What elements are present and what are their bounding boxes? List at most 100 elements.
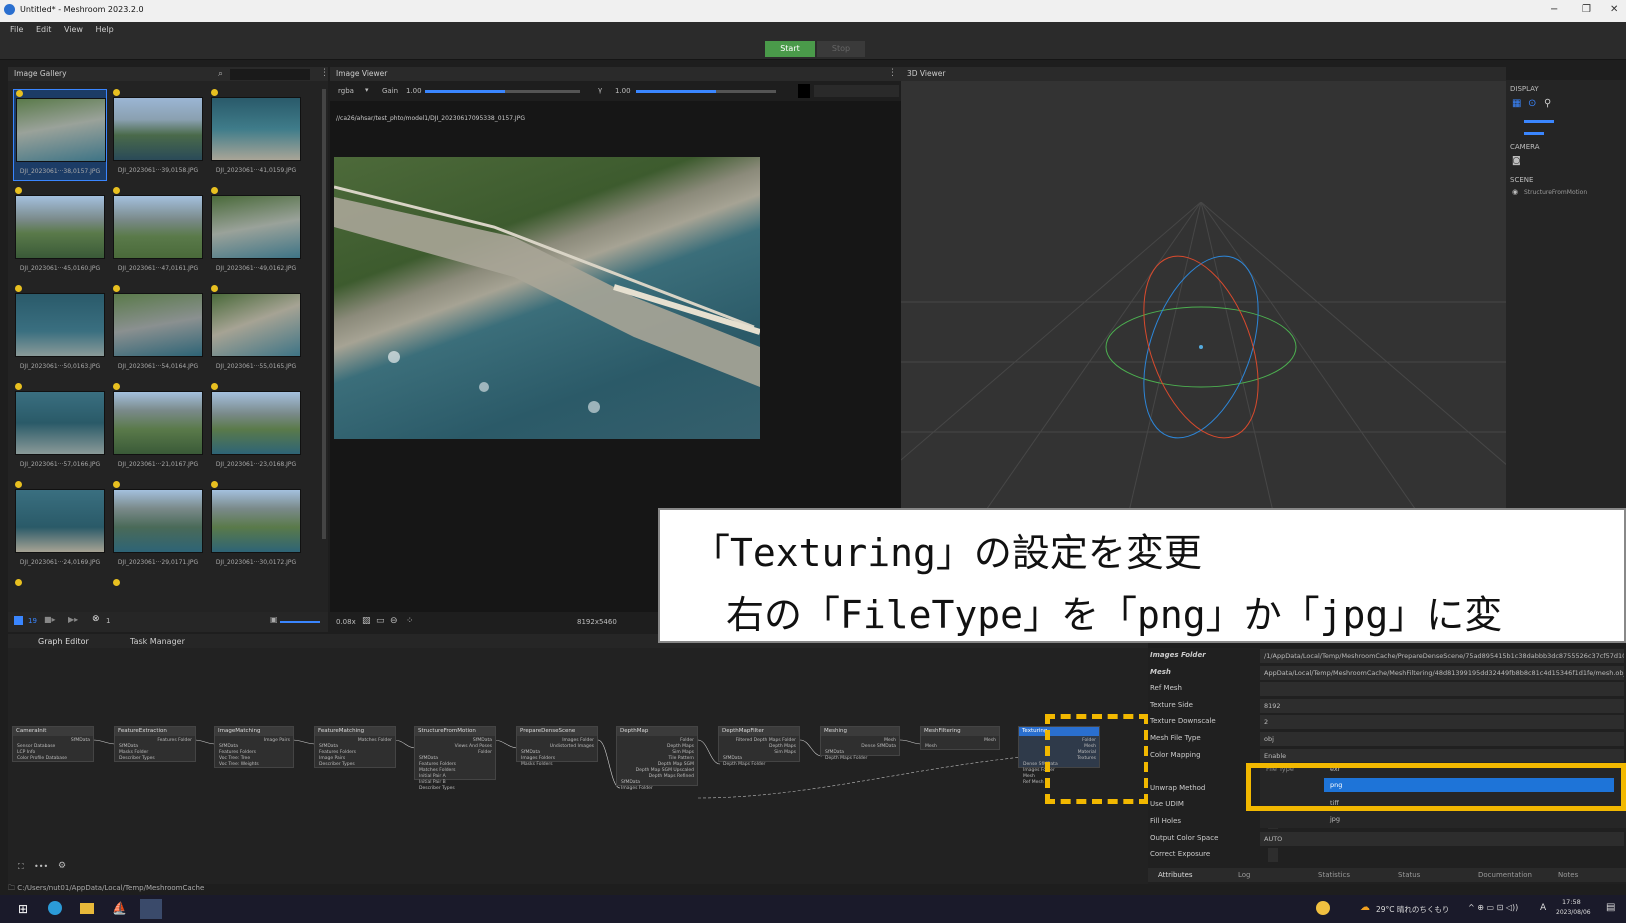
tab-task-manager[interactable]: Task Manager — [130, 637, 185, 646]
node-input-port[interactable]: Images Folders — [521, 756, 555, 761]
node-input-port[interactable]: Describer Types — [119, 756, 155, 761]
camera-filter-icon[interactable]: ■▸ — [44, 615, 56, 624]
node-input-port[interactable]: Ref Mesh — [1023, 780, 1044, 785]
meshroom-taskbar-icon[interactable] — [140, 899, 162, 919]
clock-time[interactable]: 17:58 — [1562, 898, 1581, 906]
graph-node[interactable]: PrepareDenseScene Images Folder Undistorte… — [516, 726, 598, 767]
start-button[interactable]: Start — [765, 41, 815, 57]
person-icon[interactable]: ⚲ — [1544, 98, 1551, 109]
node-input-port[interactable]: SfMData — [723, 756, 742, 761]
images-icon[interactable] — [14, 616, 23, 625]
node-input-port[interactable]: SfMData — [419, 756, 438, 761]
menu-edit[interactable]: Edit — [36, 25, 52, 34]
color-swatch[interactable] — [798, 84, 810, 98]
node-output-port[interactable]: Tile Pattern — [669, 756, 695, 761]
node-input-port[interactable]: Masks Folders — [521, 762, 553, 767]
menu-help[interactable]: Help — [96, 25, 114, 34]
node-output-port[interactable]: Image Pairs — [264, 738, 290, 743]
help-icon[interactable] — [1316, 901, 1330, 915]
node-input-port[interactable]: SfMData — [521, 750, 540, 755]
node-output-port[interactable]: SfMData — [71, 738, 90, 743]
node-input-port[interactable]: Features Folders — [419, 762, 456, 767]
gamma-value[interactable]: 1.00 — [615, 87, 631, 95]
tab-notes[interactable]: Notes — [1558, 871, 1578, 879]
node-output-port[interactable]: Filtered Depth Maps Folder — [736, 738, 796, 743]
point-size-slider[interactable] — [1524, 120, 1554, 123]
clock-date[interactable]: 2023/08/06 — [1556, 909, 1591, 916]
attribute-value[interactable]: 2 — [1260, 715, 1624, 730]
scene-item-sfm[interactable]: StructureFromMotion — [1524, 189, 1587, 196]
gallery-thumbnail[interactable]: DJI_2023061···30,0172.JPG — [209, 481, 303, 573]
chevron-down-icon[interactable]: ▾ — [365, 86, 369, 94]
features-icon[interactable]: ⁘ — [406, 616, 414, 626]
node-input-port[interactable]: LCP Info — [17, 750, 35, 755]
node-input-port[interactable]: Mesh — [925, 744, 937, 749]
node-input-port[interactable]: SfMData — [219, 744, 238, 749]
camera-icon[interactable]: ◙ — [1512, 156, 1521, 166]
tab-documentation[interactable]: Documentation — [1478, 871, 1532, 879]
attribute-value[interactable]: Enable — [1260, 748, 1624, 763]
ime-indicator[interactable]: A — [1540, 903, 1546, 913]
attribute-value[interactable]: 8192 — [1260, 698, 1624, 713]
node-output-port[interactable]: Depth Map SGM — [658, 762, 694, 767]
gallery-thumbnail[interactable] — [13, 579, 107, 589]
node-output-port[interactable]: Sim Maps — [774, 750, 796, 755]
orientation-gizmo[interactable] — [1101, 247, 1301, 447]
tab-statistics[interactable]: Statistics — [1318, 871, 1350, 879]
attribute-value[interactable]: AppData/Local/Temp/MeshroomCache/MeshFil… — [1260, 665, 1624, 680]
node-output-port[interactable]: Sim Maps — [672, 750, 694, 755]
grid-icon[interactable]: ▦ — [1512, 98, 1521, 109]
node-input-port[interactable]: SfMData — [319, 744, 338, 749]
node-output-port[interactable]: Depth Maps Refined — [649, 774, 694, 779]
warning-icon[interactable]: ⊗ — [92, 614, 100, 624]
node-input-port[interactable]: SfMData — [119, 744, 138, 749]
node-input-port[interactable]: Masks Folder — [119, 750, 148, 755]
notification-icon[interactable]: ▤ — [1606, 902, 1615, 913]
gallery-menu-icon[interactable]: ⋮ — [320, 68, 329, 78]
attribute-value[interactable]: obj — [1260, 732, 1624, 746]
channel-fields[interactable] — [814, 85, 899, 97]
attribute-value[interactable] — [1260, 682, 1624, 697]
graph-node[interactable]: FeatureExtraction Features Folder SfMData M… — [114, 726, 196, 762]
node-input-port[interactable]: Depth Maps Folder — [723, 762, 765, 767]
camera-scale-slider[interactable] — [1524, 132, 1544, 135]
graph-node[interactable]: Meshing Mesh Dense SfMData SfMData Depth Map… — [820, 726, 900, 761]
intrinsics-icon[interactable]: ▶▸ — [68, 615, 78, 624]
hdr-icon[interactable]: ▨ — [362, 616, 371, 626]
node-output-port[interactable]: Depth Map SGM Upscaled — [636, 768, 694, 773]
tab-attributes[interactable]: Attributes — [1158, 871, 1193, 879]
node-input-port[interactable]: SfMData — [825, 750, 844, 755]
search-icon[interactable]: ⌕ — [218, 69, 223, 79]
file-type-option-jpg[interactable]: jpg — [1330, 815, 1340, 823]
windows-start-icon[interactable]: ⊞ — [18, 902, 28, 916]
node-input-port[interactable]: Voc Tree: Tree — [219, 756, 250, 761]
node-input-port[interactable]: Initial Pair B — [419, 780, 446, 785]
node-input-port[interactable]: Color Profile Database — [17, 756, 67, 761]
node-output-port[interactable]: Dense SfMData — [861, 744, 896, 749]
settings-icon[interactable]: ⚙ — [58, 861, 66, 871]
tab-status[interactable]: Status — [1398, 871, 1420, 879]
node-input-port[interactable]: SfMData — [621, 780, 640, 785]
gallery-thumbnail[interactable]: DJI_2023061···49,0162.JPG — [209, 187, 303, 279]
gallery-thumbnail[interactable]: DJI_2023061···45,0160.JPG — [13, 187, 107, 279]
node-input-port[interactable]: Image Pairs — [319, 756, 345, 761]
tab-log[interactable]: Log — [1238, 871, 1251, 879]
node-input-port[interactable]: Depth Maps Folder — [825, 756, 867, 761]
close-button[interactable]: ✕ — [1610, 4, 1618, 15]
stop-button[interactable]: Stop — [817, 41, 865, 57]
graph-node[interactable]: CameraInit SfMData Sensor Database LCP Info… — [12, 726, 94, 762]
node-output-port[interactable]: Images Folder — [562, 738, 594, 743]
node-input-port[interactable]: Sensor Database — [17, 744, 55, 749]
node-input-port[interactable]: Initial Pair A — [419, 774, 446, 779]
more-icon[interactable]: ••• — [34, 862, 48, 871]
menu-file[interactable]: File — [10, 25, 23, 34]
gallery-search-input[interactable] — [230, 69, 310, 80]
node-input-port[interactable]: Features Folders — [319, 750, 356, 755]
attribute-value[interactable]: /1/AppData/Local/Temp/MeshroomCache/Prep… — [1260, 649, 1624, 663]
node-input-port[interactable]: Describer Types — [419, 786, 455, 791]
node-input-port[interactable]: Mesh — [1023, 774, 1035, 779]
explorer-icon[interactable] — [80, 903, 94, 914]
node-input-port[interactable]: Describer Types — [319, 762, 355, 767]
graph-node[interactable]: MeshFiltering Mesh Mesh — [920, 726, 1000, 750]
gallery-thumbnail[interactable]: DJI_2023061···55,0165.JPG — [209, 285, 303, 377]
